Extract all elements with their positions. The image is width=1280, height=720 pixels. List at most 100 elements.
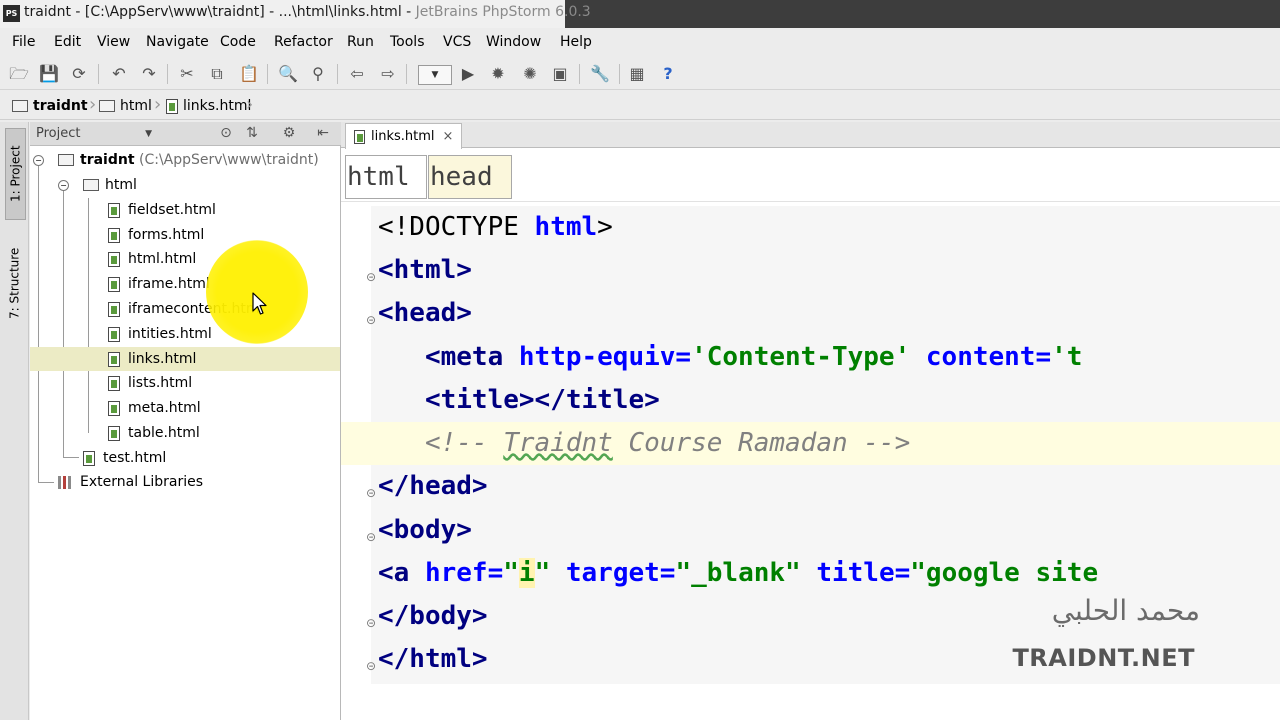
back-icon[interactable]: ⇦	[346, 63, 368, 85]
fold-marker-icon[interactable]: ⊝	[366, 530, 376, 544]
code-token: <title></title>	[424, 385, 660, 415]
gear-icon[interactable]: ⚙	[280, 125, 298, 141]
find-icon[interactable]: 🔍	[277, 63, 299, 85]
menu-run[interactable]: Run	[347, 34, 374, 50]
tool-window-tab-project[interactable]: 1: Project	[5, 128, 26, 220]
fold-marker-icon[interactable]: ⊝	[366, 313, 376, 327]
fold-marker-icon[interactable]: ⊝	[366, 659, 376, 673]
code-token: </body>	[378, 601, 488, 631]
editor-tab-label: links.html	[371, 129, 435, 144]
menu-view[interactable]: View	[97, 34, 130, 50]
phpstorm-app-icon[interactable]: PS	[3, 5, 20, 22]
title-bar-background	[565, 0, 1280, 28]
tree-file-forms[interactable]: forms.html	[108, 223, 204, 247]
tree-file-table[interactable]: table.html	[108, 421, 200, 445]
breadcrumb-folder[interactable]: html	[99, 96, 152, 116]
menu-code[interactable]: Code	[220, 34, 256, 50]
toolbar-separator	[167, 64, 168, 84]
open-folder-icon[interactable]: 🗁	[8, 63, 30, 85]
redo-icon[interactable]: ↷	[138, 63, 160, 85]
menu-help[interactable]: Help	[560, 34, 592, 50]
run-configuration-dropdown[interactable]: ▼	[418, 65, 452, 85]
code-token: href=	[424, 558, 504, 588]
fold-marker-icon[interactable]: ⊝	[366, 486, 376, 500]
window-title: traidnt - [C:\AppServ\www\traidnt] - ...…	[24, 4, 591, 20]
run-icon[interactable]: ▶	[457, 63, 479, 85]
toolbar-separator	[406, 64, 407, 84]
copy-icon[interactable]: ⧉	[206, 63, 228, 85]
code-token: <meta	[424, 342, 519, 372]
breadcrumb-project[interactable]: traidnt	[12, 96, 88, 116]
forward-icon[interactable]: ⇨	[377, 63, 399, 85]
html-file-icon	[108, 301, 120, 317]
project-view-dropdown[interactable]: Project ▼	[36, 125, 154, 143]
tree-file-links[interactable]: links.html	[30, 347, 340, 371]
synchronize-icon[interactable]: ⟳	[68, 63, 90, 85]
html-file-icon	[108, 276, 120, 292]
editor-crumb-head[interactable]: head	[428, 155, 512, 199]
tree-guide-line	[88, 198, 89, 433]
close-icon[interactable]: ×	[443, 129, 454, 144]
chevron-right-icon: ›	[89, 94, 97, 115]
html-file-icon	[83, 450, 95, 466]
tree-file-label: iframe.html	[128, 276, 210, 292]
tree-root-path: (C:\AppServ\www\traidnt)	[138, 152, 319, 168]
save-all-icon[interactable]: 💾	[38, 63, 60, 85]
code-token: Traidnt	[503, 428, 613, 458]
code-token: <head>	[378, 298, 472, 328]
project-panel: Project ▼ ⊙ ⇅ ⚙ ⇤ − traidnt (C:\AppServ\…	[30, 122, 341, 720]
code-token: i	[518, 558, 535, 588]
replace-icon[interactable]: ⚲	[307, 63, 329, 85]
tool-window-tab-structure[interactable]: 7: Structure	[5, 234, 24, 332]
fold-marker-icon[interactable]: ⊝	[366, 270, 376, 284]
tree-root-traidnt[interactable]: traidnt (C:\AppServ\www\traidnt)	[58, 148, 319, 172]
chevron-down-icon: ▼	[145, 129, 152, 139]
help-icon[interactable]: ?	[657, 63, 679, 85]
debug-icon[interactable]: ✹	[487, 63, 509, 85]
window-title-app: JetBrains PhpStorm 6.0.3	[415, 4, 591, 20]
tree-external-libraries[interactable]: External Libraries	[58, 470, 203, 494]
breadcrumb-project-label: traidnt	[33, 98, 88, 114]
menu-vcs[interactable]: VCS	[443, 34, 471, 50]
editor-crumb-html[interactable]: html	[345, 155, 427, 199]
undo-icon[interactable]: ↶	[108, 63, 130, 85]
tree-expand-toggle[interactable]: −	[58, 180, 69, 191]
breadcrumb-file[interactable]: links.html	[166, 96, 251, 116]
menu-tools[interactable]: Tools	[390, 34, 425, 50]
cut-icon[interactable]: ✂	[176, 63, 198, 85]
paste-icon[interactable]: 📋	[238, 63, 260, 85]
tree-file-html[interactable]: html.html	[108, 247, 196, 271]
tree-guide-line	[63, 457, 79, 458]
menu-window[interactable]: Window	[486, 34, 541, 50]
editor-tab-links[interactable]: links.html ×	[345, 123, 463, 149]
project-structure-icon[interactable]: ▦	[626, 63, 648, 85]
tree-file-fieldset[interactable]: fieldset.html	[108, 198, 216, 222]
tree-file-iframe[interactable]: iframe.html	[108, 272, 210, 296]
code-token: 't	[1051, 342, 1083, 372]
menu-file[interactable]: File	[12, 34, 35, 50]
collapse-all-icon[interactable]: ⇅	[243, 125, 261, 141]
tree-file-meta[interactable]: meta.html	[108, 396, 201, 420]
coverage-icon[interactable]: ✺	[519, 63, 541, 85]
tree-file-intities[interactable]: intities.html	[108, 322, 212, 346]
hide-panel-icon[interactable]: ⇤	[314, 125, 332, 141]
mouse-pointer-icon	[252, 292, 267, 315]
tool-window-strip: 1: Project 7: Structure	[0, 122, 29, 720]
stop-icon[interactable]: ▣	[549, 63, 571, 85]
title-bar: PS traidnt - [C:\AppServ\www\traidnt] - …	[0, 0, 1280, 28]
menu-navigate[interactable]: Navigate	[146, 34, 209, 50]
navigation-bar: traidnt › html › links.html ›	[0, 92, 1280, 120]
menu-refactor[interactable]: Refactor	[274, 34, 333, 50]
menu-edit[interactable]: Edit	[54, 34, 81, 50]
code-token: html	[534, 212, 598, 242]
tree-file-lists[interactable]: lists.html	[108, 371, 192, 395]
code-editor[interactable]: <!DOCTYPE html> <html> <head> <meta http…	[341, 206, 1280, 720]
code-token: "	[534, 558, 551, 588]
tree-expand-toggle[interactable]: −	[33, 155, 44, 166]
scroll-from-source-icon[interactable]: ⊙	[217, 125, 235, 141]
html-file-icon	[166, 98, 178, 114]
tree-file-test[interactable]: test.html	[83, 446, 166, 470]
settings-icon[interactable]: 🔧	[589, 63, 611, 85]
tree-folder-html[interactable]: html	[83, 173, 137, 197]
fold-marker-icon[interactable]: ⊝	[366, 616, 376, 630]
